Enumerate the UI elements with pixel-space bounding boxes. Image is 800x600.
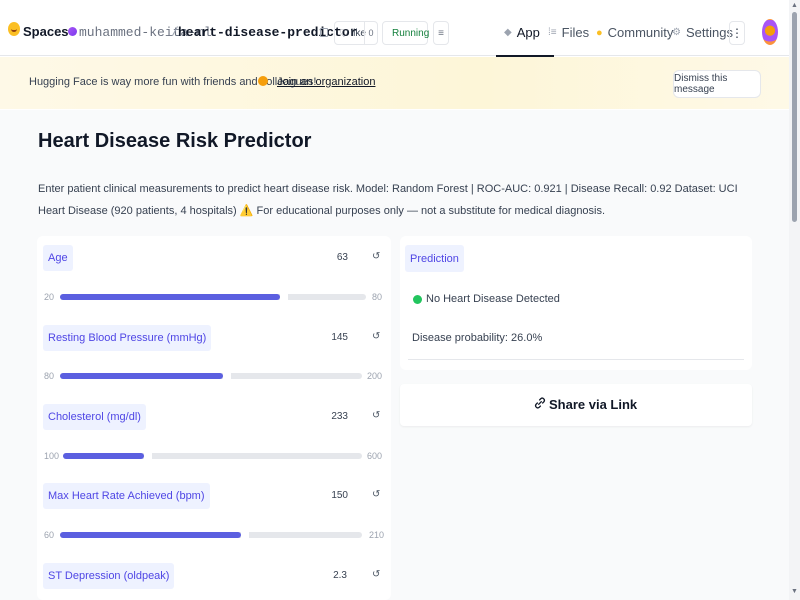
tab-files[interactable]: ⁞≡ Files (548, 25, 589, 40)
age-slider[interactable] (60, 293, 366, 301)
community-icon: ● (596, 26, 603, 39)
app-icon: ◆ (504, 27, 512, 38)
tab-community[interactable]: ● Community (596, 25, 673, 40)
prediction-result: No Heart Disease Detected (426, 293, 560, 305)
max-heart-rate-slider-fill (60, 532, 242, 538)
heart-icon: ♡ (339, 27, 349, 40)
resting-bp-slider-thumb[interactable] (223, 372, 232, 380)
dismiss-button[interactable]: Dismiss this message (673, 70, 761, 98)
age-max: 80 (372, 292, 383, 302)
cholesterol-slider-thumb[interactable] (143, 452, 152, 460)
max-heart-rate-label: Max Heart Rate Achieved (bpm) (43, 483, 210, 509)
scroll-up-icon[interactable]: ▲ (791, 2, 798, 9)
banner-text: Hugging Face is way more fun with friend… (29, 76, 317, 88)
tab-settings[interactable]: ⚙ Settings (672, 25, 733, 40)
max-heart-rate-slider[interactable] (60, 531, 362, 539)
cholesterol-value-input[interactable]: 233 (318, 411, 348, 422)
user-avatar[interactable] (762, 19, 778, 45)
list-icon: ≡ (438, 27, 444, 39)
more-icon: ⋮ (731, 26, 743, 40)
cholesterol-min: 100 (44, 451, 60, 461)
status-badge[interactable]: Running (382, 21, 430, 45)
repo-name[interactable]: heart-disease-predictor (178, 25, 357, 40)
status-text: Running (392, 27, 430, 39)
cholesterol-slider[interactable] (63, 452, 362, 460)
resting-bp-min: 80 (44, 371, 55, 381)
age-slider-thumb[interactable] (280, 293, 289, 301)
space-menu-button[interactable]: ≡ (433, 21, 449, 45)
age-slider-fill (60, 294, 281, 300)
max-heart-rate-value-input[interactable]: 150 (318, 490, 348, 501)
age-value-input[interactable]: 63 (318, 252, 348, 263)
spaces-brand[interactable]: Spaces (23, 24, 69, 39)
copy-icon[interactable] (320, 28, 328, 37)
cholesterol-slider-fill (63, 453, 144, 459)
share-via-link-label: Share via Link (549, 397, 638, 412)
reset-icon[interactable]: ↺ (372, 489, 380, 500)
reset-icon[interactable]: ↺ (372, 251, 380, 262)
disease-probability: Disease probability: 26.0% (412, 332, 543, 344)
max-heart-rate-slider-thumb[interactable] (241, 531, 250, 539)
max-heart-rate-min: 60 (44, 530, 55, 540)
reset-icon[interactable]: ↺ (372, 569, 380, 580)
scrollbar-thumb[interactable] (792, 12, 797, 222)
max-heart-rate-max: 210 (369, 530, 385, 540)
resting-bp-value-input[interactable]: 145 (318, 332, 348, 343)
gear-icon: ⚙ (672, 27, 681, 38)
tab-settings-label: Settings (685, 25, 733, 40)
resting-bp-slider-fill (60, 373, 224, 379)
reset-icon[interactable]: ↺ (372, 331, 380, 342)
resting-bp-slider[interactable] (60, 372, 362, 380)
age-label: Age (43, 245, 73, 271)
tab-app-label: App (516, 25, 540, 40)
age-min: 20 (44, 292, 55, 302)
owner-avatar (68, 27, 77, 36)
cholesterol-label: Cholesterol (mg/dl) (43, 404, 146, 430)
divider (408, 359, 744, 360)
scroll-down-icon[interactable]: ▼ (791, 588, 798, 595)
prediction-label: Prediction (405, 245, 464, 272)
files-icon: ⁞≡ (548, 27, 557, 38)
st-depression-label: ST Depression (oldpeak) (43, 563, 175, 589)
resting-bp-max: 200 (367, 371, 383, 381)
page-title: Heart Disease Risk Predictor (38, 130, 312, 152)
reset-icon[interactable]: ↺ (372, 410, 380, 421)
link-icon (535, 397, 545, 409)
tab-app[interactable]: ◆ App (496, 25, 554, 57)
app-description: Enter patient clinical measurements to p… (38, 183, 738, 217)
st-depression-value-input[interactable]: 2.3 (317, 570, 347, 581)
tab-community-label: Community (607, 25, 674, 40)
cholesterol-max: 600 (367, 451, 383, 461)
huggingface-logo-icon[interactable] (8, 22, 20, 36)
more-options-button[interactable]: ⋮ (729, 21, 745, 45)
like-button[interactable]: ♡ like 0 (334, 21, 378, 45)
resting-bp-label: Resting Blood Pressure (mmHg) (43, 325, 212, 351)
tab-files-label: Files (561, 25, 590, 40)
hugging-face-emoji-icon (258, 76, 268, 86)
join-organization-link[interactable]: Join an organization (277, 76, 375, 88)
like-count[interactable]: 0 (364, 22, 377, 44)
green-circle-icon (413, 295, 422, 304)
